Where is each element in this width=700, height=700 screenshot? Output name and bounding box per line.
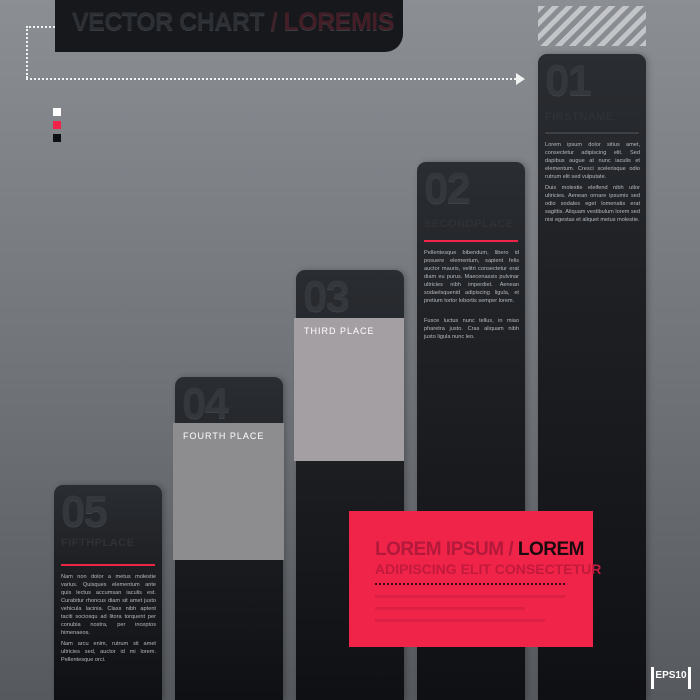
column-paragraph: Nam arcu enim, rutrum sit amet ultricies… [61, 641, 156, 663]
callout-dotted-rule [375, 583, 565, 585]
overlay-third-place: THIRD PLACE [294, 318, 404, 461]
red-callout: LOREM IPSUM / LOREM ADIPISCING ELIT CONS… [349, 511, 601, 647]
title-part-2: LOREMIS [283, 8, 395, 36]
eps-badge-text: EPS10 [655, 670, 687, 681]
column-rule [424, 240, 518, 242]
column-paragraph: Lorem ipsum dolor sitius amet, consectet… [545, 142, 640, 180]
callout-dim-text: LOREM IPSUM [375, 539, 504, 560]
callout-line-1: LOREM IPSUM / LOREM [375, 539, 585, 561]
callout-faint-line [375, 607, 525, 610]
hatch-pattern [538, 6, 646, 46]
overlay-label: FOURTH PLACE [183, 431, 265, 441]
eps-badge: EPS10 [651, 667, 691, 689]
column-number: 01 [545, 56, 592, 105]
connector-line-top [26, 26, 55, 28]
title-separator: / [270, 8, 278, 36]
title-part-1: VECTOR CHART [72, 8, 265, 36]
column-paragraph: Pellentesque bibendum, libero id posuere… [424, 250, 519, 304]
callout-faint-line [375, 595, 565, 598]
column-number: 03 [303, 272, 350, 321]
callout-bright-text: LOREM [517, 539, 585, 560]
legend-swatch-red [53, 121, 61, 129]
overlay-label: THIRD PLACE [304, 326, 375, 336]
callout-faint-line [375, 619, 545, 622]
arrow-right-icon [516, 73, 525, 85]
column-number: 05 [61, 487, 108, 536]
column-paragraph: Duis molestie eleifend nibh utlor ultric… [545, 185, 640, 223]
connector-line-vertical [26, 26, 28, 78]
column-heading: FIFTHPLACE [61, 537, 135, 549]
legend-swatch-white [53, 108, 61, 116]
column-heading: FIRSTNAME [545, 111, 614, 123]
callout-separator: / [508, 539, 514, 560]
column-heading: SECONDPLACE [424, 218, 514, 230]
connector-line-horizontal [26, 78, 516, 80]
legend-swatch-black [53, 134, 61, 142]
column-paragraph: Fusce luctus nunc tellus, in miao pharet… [424, 318, 519, 340]
column-paragraph: Nam non dolor a metus molestie varius. Q… [61, 574, 156, 636]
column-05: 05 FIFTHPLACE Nam non dolor a metus mole… [54, 485, 162, 700]
column-rule [545, 132, 639, 134]
chart-title: VECTOR CHART / LOREMIS [72, 8, 394, 37]
column-rule [61, 564, 155, 566]
column-number: 04 [182, 379, 229, 428]
callout-line-2: ADIPISCING ELIT CONSECTETUR [375, 561, 602, 577]
column-number: 02 [424, 164, 471, 213]
overlay-fourth-place: FOURTH PLACE [173, 423, 284, 560]
